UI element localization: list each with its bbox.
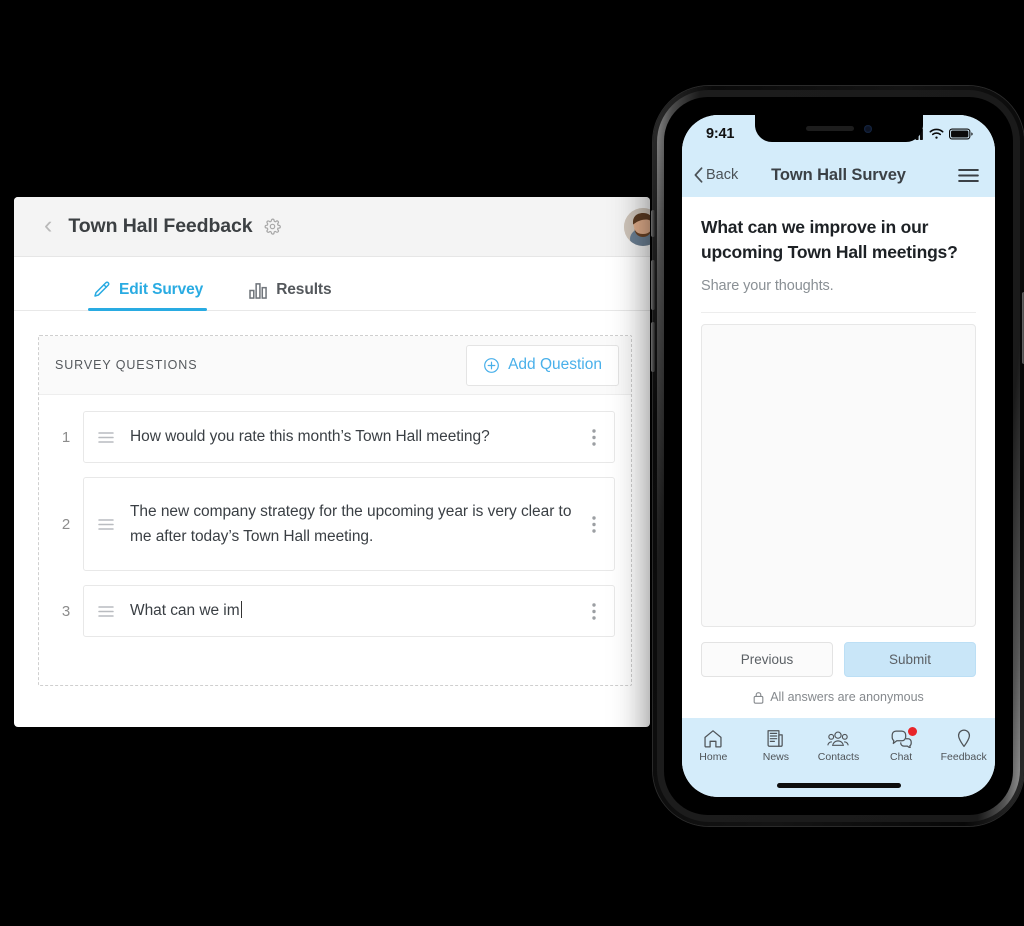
tab-contacts-label: Contacts — [817, 750, 860, 763]
phone-nav-bar: Back Town Hall Survey — [682, 153, 995, 197]
anonymous-note: All answers are anonymous — [701, 677, 976, 717]
question-text-editing: What can we im — [130, 591, 580, 630]
earpiece-speaker — [805, 126, 854, 131]
add-question-button[interactable]: Add Question — [466, 344, 619, 386]
volume-down-button[interactable] — [651, 322, 655, 372]
drag-handle-icon[interactable] — [98, 431, 114, 444]
phone-screen: 9:41 Back Town Hall Survey What can we i… — [682, 115, 995, 797]
nav-back-label: Back — [706, 167, 739, 183]
submit-button[interactable]: Submit — [844, 642, 976, 677]
question-field[interactable]: The new company strategy for the upcomin… — [83, 477, 615, 571]
tab-results[interactable]: Results — [245, 281, 335, 310]
gear-icon[interactable] — [264, 218, 281, 235]
answer-textarea[interactable] — [701, 324, 976, 627]
avatar[interactable] — [624, 208, 650, 246]
add-question-label: Add Question — [508, 356, 602, 373]
kebab-menu-icon[interactable] — [580, 428, 608, 446]
status-clock: 9:41 — [706, 126, 735, 142]
desktop-survey-editor-window: ‹ Town Hall Feedback Edit Survey Results… — [14, 197, 650, 727]
tab-results-label: Results — [276, 281, 332, 298]
question-number: 2 — [61, 515, 71, 533]
survey-question-body: What can we improve in our upcoming Town… — [682, 197, 995, 717]
phone-mockup: 9:41 Back Town Hall Survey What can we i… — [651, 86, 1024, 826]
previous-button[interactable]: Previous — [701, 642, 833, 677]
chat-unread-badge — [908, 726, 918, 736]
desktop-header: ‹ Town Hall Feedback — [14, 197, 650, 257]
pencil-icon — [92, 280, 111, 299]
question-text-value: What can we im — [130, 602, 240, 620]
tab-home-label: Home — [699, 750, 728, 763]
question-row: 3 What can we im — [39, 585, 631, 637]
tab-home[interactable]: Home — [682, 729, 745, 763]
question-text: How would you rate this month’s Town Hal… — [130, 428, 490, 446]
volume-up-button[interactable] — [651, 260, 655, 310]
home-icon — [703, 729, 723, 748]
question-number: 1 — [61, 428, 71, 446]
survey-question-subtitle: Share your thoughts. — [701, 278, 834, 294]
question-number: 3 — [61, 602, 71, 620]
survey-questions-title: SURVEY QUESTIONS — [55, 358, 198, 372]
tab-contacts[interactable]: Contacts — [807, 729, 870, 763]
front-camera — [863, 124, 872, 133]
text-caret — [240, 601, 242, 619]
phone-notch — [754, 115, 923, 142]
survey-questions-panel: SURVEY QUESTIONS Add Question 1 How woul… — [38, 335, 632, 686]
tab-edit-survey-label: Edit Survey — [119, 280, 204, 298]
lock-icon — [753, 691, 764, 704]
tab-chat[interactable]: Chat — [870, 726, 933, 763]
screenshot-stage: ‹ Town Hall Feedback Edit Survey Results… — [0, 0, 1024, 926]
divider — [701, 312, 976, 313]
news-icon — [766, 729, 785, 748]
tab-chat-label: Chat — [889, 750, 913, 763]
tab-feedback-label: Feedback — [940, 750, 987, 763]
question-field[interactable]: How would you rate this month’s Town Hal… — [83, 411, 615, 463]
back-chevron-icon[interactable]: ‹ — [44, 212, 52, 238]
bar-chart-icon — [249, 282, 268, 299]
desktop-tab-bar: Edit Survey Results — [14, 257, 650, 311]
tab-feedback[interactable]: Feedback — [932, 728, 995, 763]
page-title: Town Hall Feedback — [68, 215, 253, 237]
question-field-active[interactable]: What can we im — [83, 585, 615, 637]
hamburger-menu-icon[interactable] — [958, 168, 979, 183]
kebab-menu-icon[interactable] — [580, 602, 608, 620]
tab-news-label: News — [762, 750, 790, 763]
survey-question-list: 1 How would you rate this month’s Town H… — [39, 395, 631, 637]
question-row: 1 How would you rate this month’s Town H… — [39, 411, 631, 463]
tab-news[interactable]: News — [745, 729, 808, 763]
survey-questions-header: SURVEY QUESTIONS Add Question — [39, 336, 631, 395]
survey-button-row: Previous Submit — [701, 642, 976, 677]
contacts-icon — [827, 729, 850, 748]
question-row: 2 The new company strategy for the upcom… — [39, 477, 631, 571]
mute-switch[interactable] — [651, 210, 655, 237]
battery-full-icon — [949, 128, 973, 140]
wifi-icon — [929, 128, 944, 140]
home-indicator-area — [682, 773, 995, 797]
phone-tab-bar: Home News Contacts Chat Feedback — [682, 717, 995, 773]
survey-question-title: What can we improve in our upcoming Town… — [701, 217, 958, 262]
nav-back-button[interactable]: Back — [694, 167, 738, 183]
pin-icon — [956, 728, 972, 748]
question-text: The new company strategy for the upcomin… — [130, 502, 572, 545]
phone-bezel: 9:41 Back Town Hall Survey What can we i… — [664, 97, 1013, 815]
chevron-left-icon — [694, 167, 703, 183]
anonymous-note-label: All answers are anonymous — [770, 690, 924, 704]
kebab-menu-icon[interactable] — [580, 515, 608, 533]
tab-edit-survey[interactable]: Edit Survey — [88, 280, 208, 311]
home-indicator[interactable] — [776, 782, 901, 788]
drag-handle-icon[interactable] — [98, 518, 114, 531]
plus-circle-icon — [483, 357, 500, 374]
drag-handle-icon[interactable] — [98, 605, 114, 618]
